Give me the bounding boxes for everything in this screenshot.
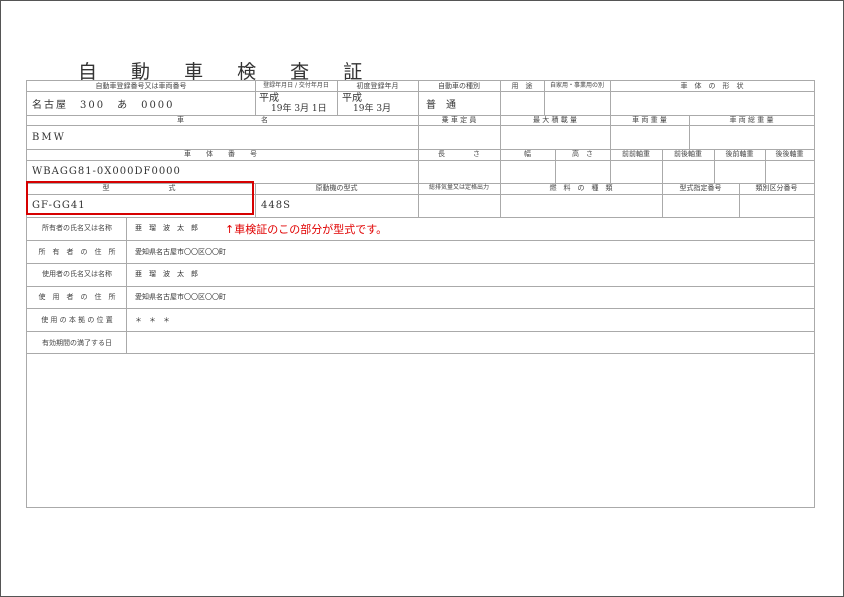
car-name: BMW bbox=[32, 132, 66, 143]
usage-label: 用 途 bbox=[511, 82, 533, 90]
user-address: 愛知県名古屋市〇〇区〇〇町 bbox=[135, 293, 226, 301]
category-number-label: 類別区分番号 bbox=[755, 184, 798, 192]
height-label: 高 さ bbox=[572, 150, 593, 158]
rule bbox=[27, 308, 814, 309]
rule bbox=[27, 240, 814, 241]
base-location-label: 使 用 の 本 拠 の 位 置 bbox=[41, 316, 113, 324]
rr-axle-label: 後後軸重 bbox=[775, 150, 804, 158]
chassis-number: WBAGG81-0X000DF0000 bbox=[32, 166, 181, 177]
owner-name: 亜 瑠 波 太 郎 bbox=[135, 224, 198, 232]
engine-model-label: 原動機の型式 bbox=[315, 184, 358, 192]
reg-date-label: 登録年月日 / 交付年月日 bbox=[263, 82, 329, 89]
owner-address: 愛知県名古屋市〇〇区〇〇町 bbox=[135, 248, 226, 256]
registration-date: 19年 3月 1日 bbox=[271, 104, 327, 114]
ff-axle-label: 前前軸重 bbox=[622, 150, 650, 158]
rule bbox=[27, 91, 814, 92]
capacity-label: 乗 車 定 員 bbox=[441, 116, 477, 124]
width-label: 幅 bbox=[524, 150, 531, 158]
private-commercial-label: 自家用・事業用の別 bbox=[549, 82, 604, 89]
rule bbox=[27, 217, 814, 218]
inspection-certificate-form: 自動車登録番号又は車両番号 登録年月日 / 交付年月日 初度登録年月 自動車の種… bbox=[26, 80, 815, 508]
user-name-label: 使用者の氏名又は名称 bbox=[42, 270, 112, 278]
rule bbox=[126, 217, 127, 353]
owner-name-label: 所有者の氏名又は名称 bbox=[42, 224, 112, 232]
displacement-label: 総排気量又は定格出力 bbox=[428, 184, 489, 191]
rf-axle-label: 後前軸重 bbox=[725, 150, 754, 158]
rule bbox=[27, 125, 814, 126]
length-label: 長 さ bbox=[438, 150, 480, 158]
model-highlight-box bbox=[26, 181, 254, 215]
rule bbox=[27, 263, 814, 264]
vehicle-weight-label: 車 両 重 量 bbox=[632, 116, 667, 124]
reg-number-label: 自動車登録番号又は車両番号 bbox=[95, 82, 187, 90]
fuel-type-label: 燃 料 の 種 類 bbox=[549, 184, 613, 192]
vehicle-kind-label: 自動車の種別 bbox=[438, 82, 480, 90]
owner-address-label: 所 有 者 の 住 所 bbox=[38, 248, 116, 256]
gross-weight-label: 車 両 総 重 量 bbox=[729, 116, 774, 124]
vehicle-kind: 普 通 bbox=[426, 100, 456, 111]
rule bbox=[27, 353, 814, 354]
rule bbox=[27, 160, 814, 161]
registration-number: 名古屋 300 あ 0000 bbox=[32, 100, 175, 111]
first-registration-date: 19年 3月 bbox=[353, 104, 392, 114]
fr-axle-label: 前後軸重 bbox=[674, 150, 702, 158]
chassis-number-label: 車 体 番 号 bbox=[184, 150, 261, 158]
rule bbox=[27, 331, 814, 332]
car-name-label: 車 名 bbox=[177, 116, 268, 124]
first-reg-label: 初度登録年月 bbox=[356, 82, 399, 90]
user-name: 亜 瑠 波 太 郎 bbox=[135, 270, 198, 278]
base-location: ＊ ＊ ＊ bbox=[135, 316, 170, 324]
rule bbox=[27, 286, 814, 287]
max-load-label: 最 大 積 載 量 bbox=[533, 116, 577, 124]
expiry-date-label: 有効期間の満了する日 bbox=[42, 339, 112, 347]
body-shape-label: 車 体 の 形 状 bbox=[680, 82, 744, 90]
annotation-note: ↑車検証のこの部分が型式です。 bbox=[225, 223, 388, 236]
engine-model-value: 448S bbox=[261, 200, 291, 211]
user-address-label: 使 用 者 の 住 所 bbox=[38, 293, 116, 301]
model-designation-label: 型式指定番号 bbox=[679, 184, 722, 192]
